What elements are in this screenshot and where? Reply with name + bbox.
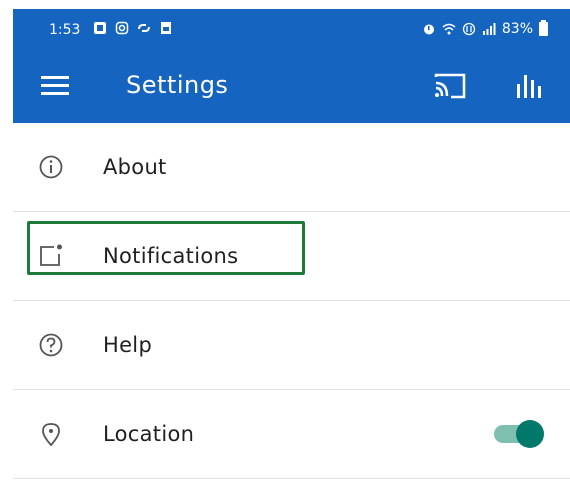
status-left-icons [93, 21, 173, 35]
status-right: 83% [422, 20, 548, 37]
sim-icon [161, 22, 171, 34]
battery-icon [539, 20, 548, 36]
app-bar: Settings [13, 47, 570, 123]
settings-item-label: Location [103, 422, 195, 446]
toggle-thumb [516, 420, 544, 448]
settings-item-partial [13, 479, 570, 503]
cast-icon[interactable] [433, 72, 467, 100]
link-icon [138, 24, 150, 32]
alarm-icon [423, 24, 434, 35]
info-icon [39, 155, 63, 179]
wifi-icon [442, 23, 456, 35]
page-title: Settings [126, 71, 229, 99]
location-icon [42, 423, 60, 447]
battery-percent: 83% [501, 21, 533, 37]
settings-item-notifications[interactable]: Notifications [13, 212, 570, 301]
settings-item-label: About [103, 155, 167, 179]
signal-icon [482, 23, 496, 35]
menu-icon[interactable] [39, 73, 71, 97]
data-icon [462, 22, 476, 36]
settings-item-location[interactable]: Location [13, 390, 570, 479]
app-icon [94, 22, 106, 34]
settings-item-label: Help [103, 333, 153, 357]
settings-item-help[interactable]: Help [13, 301, 570, 390]
settings-list: About Notifications Help Location [13, 123, 570, 503]
status-bar: 1:53 83% [13, 9, 570, 47]
equalizer-icon[interactable] [513, 72, 549, 100]
notification-icon [40, 244, 62, 266]
help-icon [39, 333, 63, 357]
status-time: 1:53 [49, 22, 81, 38]
settings-item-about[interactable]: About [13, 123, 570, 212]
location-toggle[interactable] [494, 419, 546, 449]
settings-item-label: Notifications [103, 244, 239, 268]
instagram-icon [115, 21, 129, 35]
